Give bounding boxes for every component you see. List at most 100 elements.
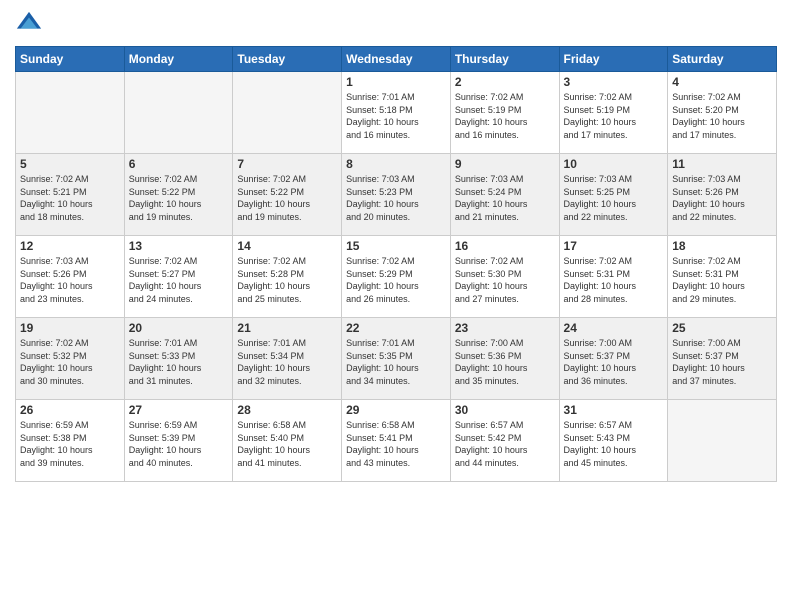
day-info: Sunrise: 7:02 AM Sunset: 5:31 PM Dayligh… [672, 255, 772, 305]
day-info: Sunrise: 7:01 AM Sunset: 5:34 PM Dayligh… [237, 337, 337, 387]
calendar-cell: 13 Sunrise: 7:02 AM Sunset: 5:27 PM Dayli… [124, 236, 233, 318]
calendar-cell [16, 72, 125, 154]
day-number: 18 [672, 239, 772, 253]
weekday-header-sunday: Sunday [16, 47, 125, 72]
day-number: 4 [672, 75, 772, 89]
calendar-cell: 31 Sunrise: 6:57 AM Sunset: 5:43 PM Dayli… [559, 400, 668, 482]
day-number: 25 [672, 321, 772, 335]
calendar-cell: 3 Sunrise: 7:02 AM Sunset: 5:19 PM Daylig… [559, 72, 668, 154]
calendar-cell: 22 Sunrise: 7:01 AM Sunset: 5:35 PM Dayli… [342, 318, 451, 400]
day-number: 23 [455, 321, 555, 335]
calendar-week-5: 26 Sunrise: 6:59 AM Sunset: 5:38 PM Dayli… [16, 400, 777, 482]
calendar-cell [124, 72, 233, 154]
day-number: 22 [346, 321, 446, 335]
calendar-cell: 6Sunrise: 7:02 AM Sunset: 5:22 PM Daylig… [124, 154, 233, 236]
weekday-header-wednesday: Wednesday [342, 47, 451, 72]
calendar-cell: 20 Sunrise: 7:01 AM Sunset: 5:33 PM Dayli… [124, 318, 233, 400]
calendar-cell: 12 Sunrise: 7:03 AM Sunset: 5:26 PM Dayli… [16, 236, 125, 318]
day-info: Sunrise: 7:01 AM Sunset: 5:33 PM Dayligh… [129, 337, 229, 387]
calendar-cell: 30Sunrise: 6:57 AM Sunset: 5:42 PM Dayli… [450, 400, 559, 482]
day-info: Sunrise: 6:59 AM Sunset: 5:38 PM Dayligh… [20, 419, 120, 469]
day-info: Sunrise: 7:02 AM Sunset: 5:20 PM Dayligh… [672, 91, 772, 141]
day-info: Sunrise: 6:57 AM Sunset: 5:43 PM Dayligh… [564, 419, 664, 469]
calendar-cell: 15 Sunrise: 7:02 AM Sunset: 5:29 PM Dayli… [342, 236, 451, 318]
day-info: Sunrise: 7:02 AM Sunset: 5:19 PM Dayligh… [564, 91, 664, 141]
day-number: 19 [20, 321, 120, 335]
calendar-table: SundayMondayTuesdayWednesdayThursdayFrid… [15, 46, 777, 482]
calendar-cell: 23 Sunrise: 7:00 AM Sunset: 5:36 PM Dayli… [450, 318, 559, 400]
day-number: 7 [237, 157, 337, 171]
day-info: Sunrise: 7:00 AM Sunset: 5:37 PM Dayligh… [672, 337, 772, 387]
day-number: 13 [129, 239, 229, 253]
calendar-page: SundayMondayTuesdayWednesdayThursdayFrid… [0, 0, 792, 612]
day-number: 20 [129, 321, 229, 335]
day-info: Sunrise: 7:02 AM Sunset: 5:29 PM Dayligh… [346, 255, 446, 305]
calendar-cell: 16Sunrise: 7:02 AM Sunset: 5:30 PM Dayli… [450, 236, 559, 318]
day-number: 2 [455, 75, 555, 89]
day-info: Sunrise: 7:02 AM Sunset: 5:22 PM Dayligh… [129, 173, 229, 223]
day-number: 8 [346, 157, 446, 171]
calendar-cell [233, 72, 342, 154]
day-number: 15 [346, 239, 446, 253]
day-info: Sunrise: 7:01 AM Sunset: 5:18 PM Dayligh… [346, 91, 446, 141]
day-info: Sunrise: 7:00 AM Sunset: 5:37 PM Dayligh… [564, 337, 664, 387]
weekday-header-tuesday: Tuesday [233, 47, 342, 72]
day-info: Sunrise: 7:02 AM Sunset: 5:30 PM Dayligh… [455, 255, 555, 305]
day-number: 31 [564, 403, 664, 417]
day-info: Sunrise: 6:58 AM Sunset: 5:41 PM Dayligh… [346, 419, 446, 469]
weekday-header-saturday: Saturday [668, 47, 777, 72]
weekday-header-thursday: Thursday [450, 47, 559, 72]
day-number: 3 [564, 75, 664, 89]
day-info: Sunrise: 6:58 AM Sunset: 5:40 PM Dayligh… [237, 419, 337, 469]
day-number: 26 [20, 403, 120, 417]
calendar-week-2: 5 Sunrise: 7:02 AM Sunset: 5:21 PM Daylig… [16, 154, 777, 236]
day-number: 11 [672, 157, 772, 171]
day-info: Sunrise: 7:03 AM Sunset: 5:25 PM Dayligh… [564, 173, 664, 223]
calendar-cell: 2 Sunrise: 7:02 AM Sunset: 5:19 PM Daylig… [450, 72, 559, 154]
calendar-cell [668, 400, 777, 482]
calendar-cell: 29 Sunrise: 6:58 AM Sunset: 5:41 PM Dayli… [342, 400, 451, 482]
day-info: Sunrise: 7:02 AM Sunset: 5:32 PM Dayligh… [20, 337, 120, 387]
day-info: Sunrise: 7:02 AM Sunset: 5:27 PM Dayligh… [129, 255, 229, 305]
day-info: Sunrise: 7:01 AM Sunset: 5:35 PM Dayligh… [346, 337, 446, 387]
weekday-header-friday: Friday [559, 47, 668, 72]
day-number: 1 [346, 75, 446, 89]
day-number: 10 [564, 157, 664, 171]
calendar-week-3: 12 Sunrise: 7:03 AM Sunset: 5:26 PM Dayli… [16, 236, 777, 318]
calendar-cell: 7 Sunrise: 7:02 AM Sunset: 5:22 PM Daylig… [233, 154, 342, 236]
calendar-cell: 18 Sunrise: 7:02 AM Sunset: 5:31 PM Dayli… [668, 236, 777, 318]
calendar-cell: 17Sunrise: 7:02 AM Sunset: 5:31 PM Dayli… [559, 236, 668, 318]
day-number: 9 [455, 157, 555, 171]
day-info: Sunrise: 7:02 AM Sunset: 5:19 PM Dayligh… [455, 91, 555, 141]
day-number: 30 [455, 403, 555, 417]
calendar-cell: 10 Sunrise: 7:03 AM Sunset: 5:25 PM Dayli… [559, 154, 668, 236]
calendar-cell: 28Sunrise: 6:58 AM Sunset: 5:40 PM Dayli… [233, 400, 342, 482]
calendar-week-1: 1 Sunrise: 7:01 AM Sunset: 5:18 PM Daylig… [16, 72, 777, 154]
day-info: Sunrise: 7:02 AM Sunset: 5:22 PM Dayligh… [237, 173, 337, 223]
calendar-cell: 26 Sunrise: 6:59 AM Sunset: 5:38 PM Dayli… [16, 400, 125, 482]
calendar-cell: 14Sunrise: 7:02 AM Sunset: 5:28 PM Dayli… [233, 236, 342, 318]
calendar-cell: 8Sunrise: 7:03 AM Sunset: 5:23 PM Daylig… [342, 154, 451, 236]
day-info: Sunrise: 7:02 AM Sunset: 5:21 PM Dayligh… [20, 173, 120, 223]
day-info: Sunrise: 7:00 AM Sunset: 5:36 PM Dayligh… [455, 337, 555, 387]
day-info: Sunrise: 6:59 AM Sunset: 5:39 PM Dayligh… [129, 419, 229, 469]
logo-icon [15, 10, 43, 38]
day-number: 29 [346, 403, 446, 417]
day-number: 12 [20, 239, 120, 253]
day-number: 24 [564, 321, 664, 335]
day-number: 5 [20, 157, 120, 171]
day-info: Sunrise: 7:02 AM Sunset: 5:31 PM Dayligh… [564, 255, 664, 305]
calendar-cell: 21Sunrise: 7:01 AM Sunset: 5:34 PM Dayli… [233, 318, 342, 400]
weekday-header-monday: Monday [124, 47, 233, 72]
weekday-header-row: SundayMondayTuesdayWednesdayThursdayFrid… [16, 47, 777, 72]
header [15, 10, 777, 38]
calendar-cell: 25 Sunrise: 7:00 AM Sunset: 5:37 PM Dayli… [668, 318, 777, 400]
calendar-cell: 27Sunrise: 6:59 AM Sunset: 5:39 PM Dayli… [124, 400, 233, 482]
calendar-cell: 4 Sunrise: 7:02 AM Sunset: 5:20 PM Daylig… [668, 72, 777, 154]
day-number: 14 [237, 239, 337, 253]
day-info: Sunrise: 7:03 AM Sunset: 5:24 PM Dayligh… [455, 173, 555, 223]
calendar-cell: 5 Sunrise: 7:02 AM Sunset: 5:21 PM Daylig… [16, 154, 125, 236]
day-info: Sunrise: 7:03 AM Sunset: 5:26 PM Dayligh… [672, 173, 772, 223]
day-info: Sunrise: 7:03 AM Sunset: 5:26 PM Dayligh… [20, 255, 120, 305]
logo [15, 10, 47, 38]
